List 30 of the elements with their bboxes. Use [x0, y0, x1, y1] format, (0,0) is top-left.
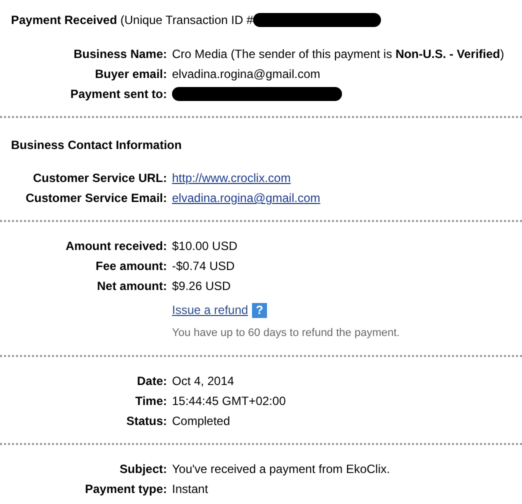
link[interactable]: elvadina.rogina@gmail.com	[172, 190, 320, 206]
field-label: Customer Service URL:	[32, 171, 167, 185]
link[interactable]: http://www.croclix.com	[172, 170, 291, 186]
field-label: Fee amount:	[96, 259, 167, 273]
field-value: 15:44:45 GMT+02:00	[172, 393, 286, 409]
refund-link[interactable]: Issue a refund	[172, 302, 248, 318]
receipt-title: Payment Received (Unique Transaction ID #	[11, 13, 254, 27]
field-label: Business Name:	[74, 47, 167, 61]
field-value: $10.00 USD	[172, 238, 238, 254]
field-label: Customer Service Email:	[26, 191, 167, 205]
field-label: Buyer email:	[94, 67, 167, 81]
field-value: Instant	[172, 481, 208, 497]
field-label: Time:	[135, 394, 167, 408]
field-label: Subject:	[120, 462, 167, 476]
field-label: Amount received:	[66, 239, 167, 253]
field-label: Net amount:	[97, 279, 167, 293]
refund-note: You have up to 60 days to refund the payment.	[172, 326, 400, 341]
field-value: Oct 4, 2014	[172, 373, 234, 389]
field-value: Cro Media (The sender of this payment is Non-U.S. - Verified)	[172, 46, 504, 62]
help-icon[interactable]: ?	[252, 302, 268, 318]
field-value: -$0.74 USD	[172, 258, 235, 274]
field-label: Payment type:	[84, 482, 167, 496]
section-heading: Business Contact Information	[10, 138, 183, 152]
field-value: You've received a payment from EkoClix.	[172, 461, 390, 477]
field-value: elvadina.rogina@gmail.com	[172, 66, 320, 82]
field-label: Status:	[126, 414, 167, 428]
field-label: Payment sent to:	[70, 87, 167, 101]
field-value: $9.26 USD	[172, 278, 231, 294]
field-label: Date:	[136, 374, 167, 388]
field-value: Completed	[172, 413, 230, 429]
